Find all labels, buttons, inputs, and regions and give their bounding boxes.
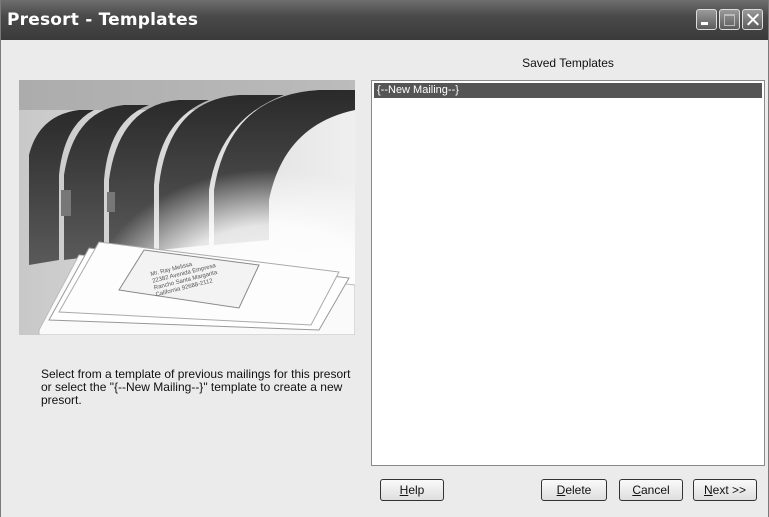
help-button[interactable]: Help	[380, 479, 444, 501]
presort-templates-window: Presort - Templates Mr. Ray Melissa 2238…	[0, 0, 769, 517]
delete-button[interactable]: Delete	[541, 479, 607, 501]
list-item[interactable]: {--New Mailing--}	[374, 83, 762, 98]
saved-templates-list[interactable]: {--New Mailing--}	[371, 80, 765, 466]
cancel-button[interactable]: Cancel	[619, 479, 683, 501]
next-button[interactable]: Next >>	[693, 479, 757, 501]
close-icon[interactable]	[742, 9, 763, 30]
maximize-icon[interactable]	[719, 9, 740, 30]
mailbox-photo: Mr. Ray Melissa 22382 Avenida Empresa Ra…	[19, 80, 355, 335]
window-title: Presort - Templates	[7, 10, 199, 30]
minimize-icon[interactable]	[696, 9, 717, 30]
instructions-text: Select from a template of previous maili…	[41, 367, 351, 407]
saved-templates-label: Saved Templates	[522, 56, 614, 70]
title-bar[interactable]: Presort - Templates	[1, 0, 768, 40]
